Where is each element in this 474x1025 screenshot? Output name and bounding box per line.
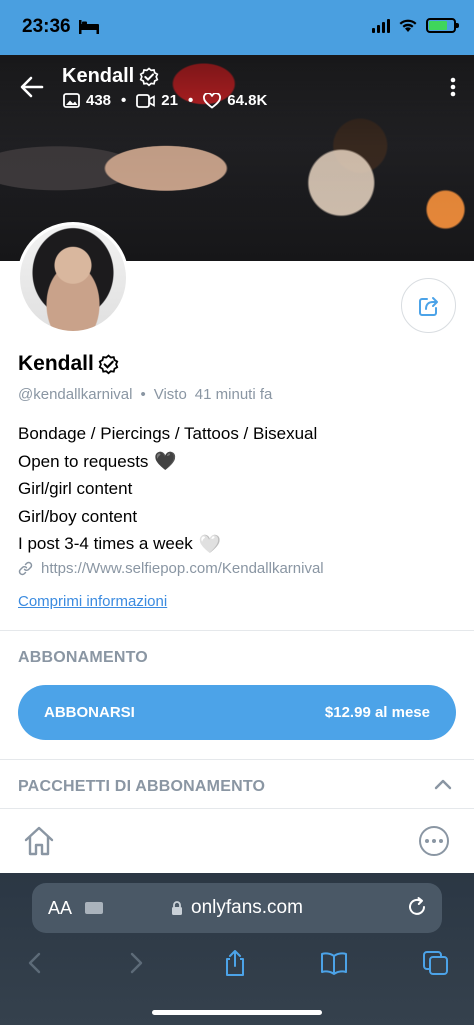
status-bar: 23:36 — [0, 0, 474, 55]
header-name: Kendall — [62, 65, 135, 87]
avatar[interactable] — [17, 222, 129, 334]
heart-icon — [203, 92, 222, 109]
bio-line: Girl/girl content — [18, 479, 133, 498]
video-icon — [136, 93, 156, 108]
subscribe-button[interactable]: ABBONARSI $12.99 al mese — [18, 685, 456, 740]
bookmarks-icon[interactable] — [320, 950, 348, 976]
home-icon[interactable] — [22, 824, 56, 858]
status-time: 23:36 — [22, 16, 71, 37]
header-title: Kendall — [62, 65, 159, 88]
bundles-section-label[interactable]: PACCHETTI DI ABBONAMENTO — [18, 778, 265, 796]
bio-line: Bondage / Piercings / Tattoos / Bisexual — [18, 424, 318, 443]
more-icon[interactable] — [450, 77, 456, 97]
last-seen-label: Visto — [153, 386, 187, 403]
browser-toolbar: AA onlyfans.com — [0, 873, 474, 1025]
videos-count: 21 — [161, 92, 178, 109]
bio-line: Girl/boy content — [18, 506, 138, 526]
divider — [0, 759, 474, 760]
share-button[interactable] — [401, 278, 456, 333]
battery-icon — [426, 18, 459, 33]
app-bottom-nav — [0, 808, 474, 873]
chevron-up-icon[interactable] — [434, 778, 452, 790]
signal-icon — [372, 18, 390, 33]
lock-icon — [172, 900, 183, 915]
photos-count: 438 — [86, 92, 112, 109]
profile-link-text[interactable]: https://Www.selfiepop.com/Kendallkarniva… — [41, 560, 324, 577]
address-bar[interactable]: AA onlyfans.com — [32, 883, 442, 933]
profile-name: Kendall — [18, 352, 119, 376]
subscription-section-label: ABBONAMENTO — [18, 649, 148, 666]
share-sheet-icon[interactable] — [221, 950, 249, 976]
tabs-icon[interactable] — [422, 950, 450, 976]
home-indicator — [152, 1010, 322, 1015]
profile-handle: @kendallkarnival — [18, 386, 133, 403]
subscribe-price: $12.99 al mese — [324, 704, 430, 721]
reload-icon[interactable] — [406, 896, 428, 918]
collapse-info-link[interactable]: Comprimi informazioni — [18, 593, 167, 610]
black-heart-icon: 🖤 — [154, 451, 177, 472]
more-circle-icon[interactable] — [419, 826, 449, 856]
profile-name-text: Kendall — [18, 352, 94, 375]
screen: 23:36 Kendall 438 • 21 • 64.8K Kendall @… — [0, 0, 474, 1025]
link-icon — [18, 561, 33, 576]
wifi-icon — [399, 19, 417, 32]
bed-icon — [78, 20, 99, 34]
last-seen-value: 41 minuti fa — [194, 386, 273, 403]
header-stats: 438 • 21 • 64.8K — [63, 92, 267, 109]
profile-handle-row: @kendallkarnival • Visto 41 minuti fa — [18, 386, 273, 403]
subscribe-label: ABBONARSI — [44, 704, 135, 721]
divider — [0, 630, 474, 631]
white-heart-icon: 🤍 — [198, 533, 222, 554]
bio-line: Open to requests — [18, 451, 149, 471]
browser-forward-icon[interactable] — [121, 950, 149, 976]
profile-bio: Bondage / Piercings / Tattoos / Bisexual… — [18, 420, 317, 558]
photo-icon — [63, 93, 80, 108]
back-arrow-icon[interactable] — [18, 73, 46, 101]
browser-back-icon[interactable] — [22, 950, 50, 976]
address-domain: onlyfans.com — [191, 897, 303, 918]
share-icon — [418, 296, 438, 316]
verified-icon — [98, 353, 119, 374]
verified-icon — [139, 66, 159, 86]
likes-count: 64.8K — [227, 92, 268, 109]
profile-link[interactable]: https://Www.selfiepop.com/Kendallkarniva… — [18, 560, 324, 577]
bio-line: I post 3-4 times a week — [18, 534, 193, 553]
